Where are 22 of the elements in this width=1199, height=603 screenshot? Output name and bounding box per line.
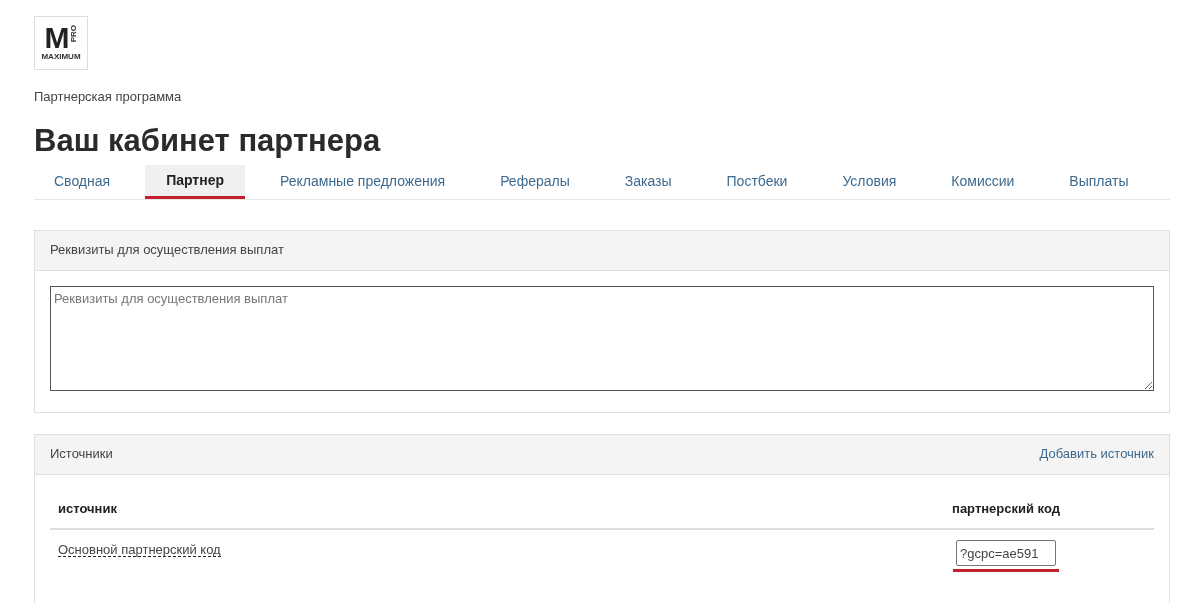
panel-title: Источники [50, 445, 113, 464]
add-source-link[interactable]: Добавить источник [1039, 444, 1154, 464]
breadcrumb[interactable]: Партнерская программа [34, 87, 1170, 107]
nav-tab[interactable]: Условия [822, 164, 917, 199]
logo-pro-text: PRO [69, 25, 78, 43]
page-title: Ваш кабинет партнера [34, 121, 382, 160]
nav-tab[interactable]: Выплаты [1049, 164, 1149, 199]
column-header: партнерский код [951, 499, 1061, 518]
payment-details-field[interactable]: Реквизиты для осуществления выплат [50, 285, 1154, 391]
nav-tab[interactable]: Рефералы [480, 164, 590, 199]
nav-tab[interactable]: Партнер [145, 164, 245, 199]
partner-code-field[interactable]: ?gcpc=ae591 [956, 540, 1056, 566]
column-header: источник [58, 499, 117, 518]
nav-tab[interactable]: Рекламные предложения [260, 164, 466, 199]
panel-title: Реквизиты для осуществления выплат [50, 241, 284, 260]
nav-tab[interactable]: Комиссии [931, 164, 1035, 199]
logo-wordmark: MAXIMUM [41, 53, 81, 61]
nav-tab[interactable]: Постбеки [706, 164, 808, 199]
nav-tab[interactable]: Сводная [34, 164, 131, 199]
nav-tab[interactable]: Заказы [604, 164, 692, 199]
source-name[interactable]: Основной партнерский код [58, 540, 221, 557]
logo-letter: M [44, 25, 70, 51]
